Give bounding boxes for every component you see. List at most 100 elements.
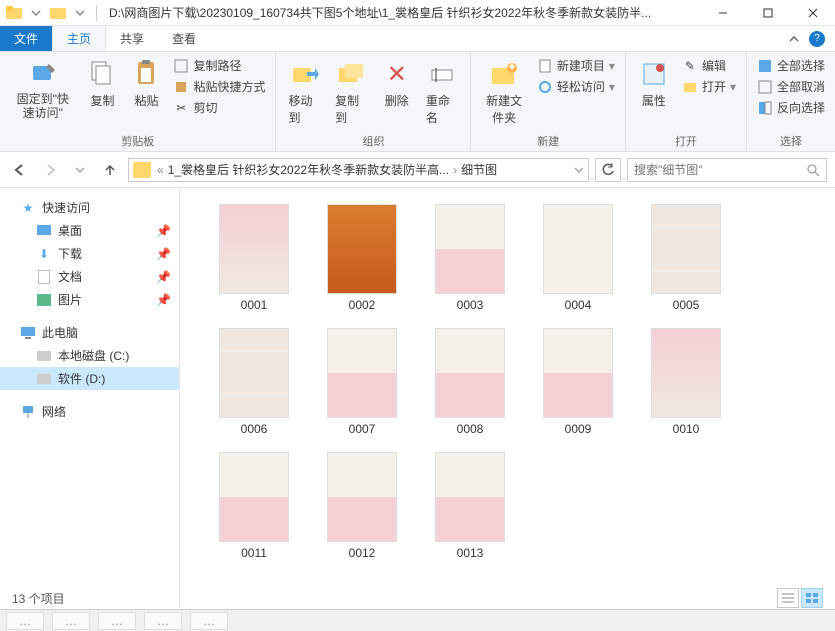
statusbar: 13 个项目 <box>12 587 823 609</box>
newfolder-button[interactable]: ✦ 新建文件夹 <box>479 56 528 128</box>
expand-ribbon-icon[interactable] <box>789 34 799 44</box>
file-item[interactable]: 0002 <box>308 200 416 316</box>
recent-dropdown[interactable] <box>68 158 92 182</box>
file-thumbnail <box>435 328 505 418</box>
file-item[interactable]: 0010 <box>632 324 740 440</box>
close-button[interactable] <box>790 0 835 26</box>
folder-icon <box>133 162 151 178</box>
file-item[interactable]: 0004 <box>524 200 632 316</box>
taskbar-item: … <box>52 612 90 630</box>
crumb-parent[interactable]: 1_裳格皇后 针织衫女2022年秋冬季新款女装防半高... <box>168 161 449 178</box>
file-name: 0006 <box>241 422 268 436</box>
open-button[interactable]: 打开▾ <box>680 77 738 96</box>
file-thumbnail <box>543 328 613 418</box>
file-name: 0011 <box>241 546 267 560</box>
group-new: 新建 <box>479 131 616 151</box>
search-field[interactable] <box>634 163 806 177</box>
delete-button[interactable]: ✕ 删除 <box>378 56 416 111</box>
newitem-button[interactable]: 新建项目▾ <box>535 56 617 75</box>
sidebar-pictures[interactable]: 图片📌 <box>0 288 179 311</box>
pin-button[interactable]: 固定到"快速访问" <box>8 56 77 123</box>
file-name: 0003 <box>457 298 484 312</box>
sidebar-downloads[interactable]: ⬇下载📌 <box>0 242 179 265</box>
properties-button[interactable]: 属性 <box>634 56 674 111</box>
ribbon-tabs: 文件 主页 共享 查看 ? <box>0 26 835 52</box>
file-item[interactable]: 0013 <box>416 448 524 564</box>
file-name: 0013 <box>457 546 484 560</box>
taskbar-item: … <box>190 612 228 630</box>
file-name: 0007 <box>349 422 376 436</box>
sidebar-network[interactable]: 网络 <box>0 400 179 423</box>
file-item[interactable]: 0005 <box>632 200 740 316</box>
tab-view[interactable]: 查看 <box>158 26 210 51</box>
taskbar-item: … <box>98 612 136 630</box>
maximize-button[interactable] <box>745 0 790 26</box>
group-open: 打开 <box>634 131 738 151</box>
sidebar-desktop[interactable]: 桌面📌 <box>0 219 179 242</box>
sidebar: ★快速访问 桌面📌 ⬇下载📌 文档📌 图片📌 此电脑 本地磁盘 (C:) 软件 … <box>0 188 180 608</box>
file-item[interactable]: 0011 <box>200 448 308 564</box>
file-thumbnail <box>543 204 613 294</box>
up-button[interactable] <box>98 158 122 182</box>
view-details-button[interactable] <box>777 588 799 608</box>
file-item[interactable]: 0008 <box>416 324 524 440</box>
file-item[interactable]: 0003 <box>416 200 524 316</box>
file-name: 0010 <box>673 422 700 436</box>
pasteshortcut-button[interactable]: 粘贴快捷方式 <box>171 77 267 96</box>
breadcrumb[interactable]: « 1_裳格皇后 针织衫女2022年秋冬季新款女装防半高... › 细节图 <box>128 158 589 182</box>
down-icon[interactable] <box>26 3 46 23</box>
forward-button[interactable] <box>38 158 62 182</box>
file-thumbnail <box>219 452 289 542</box>
minimize-button[interactable] <box>700 0 745 26</box>
selectnone-button[interactable]: 全部取消 <box>755 77 827 96</box>
copypath-button[interactable]: 复制路径 <box>171 56 267 75</box>
tab-share[interactable]: 共享 <box>106 26 158 51</box>
easyaccess-button[interactable]: 轻松访问▾ <box>535 77 617 96</box>
rename-label: 重命名 <box>426 92 459 126</box>
file-thumbnail <box>327 328 397 418</box>
help-icon[interactable]: ? <box>809 31 825 47</box>
file-thumbnail <box>435 204 505 294</box>
crumb-current[interactable]: 细节图 <box>461 161 497 178</box>
properties-label: 属性 <box>642 92 666 109</box>
sidebar-thispc[interactable]: 此电脑 <box>0 321 179 344</box>
search-input[interactable] <box>627 158 827 182</box>
crumb-dropdown-icon[interactable] <box>574 165 584 175</box>
edit-button[interactable]: ✎编辑 <box>680 56 738 75</box>
file-name: 0001 <box>241 298 268 312</box>
back-button[interactable] <box>8 158 32 182</box>
refresh-button[interactable] <box>595 158 621 182</box>
item-count: 13 个项目 <box>12 590 65 607</box>
folder2-icon <box>48 3 68 23</box>
group-select: 选择 <box>755 131 827 151</box>
file-item[interactable]: 0009 <box>524 324 632 440</box>
titlebar: D:\网商图片下载\20230109_160734共下图5个地址\1_裳格皇后 … <box>0 0 835 26</box>
sidebar-drive-d[interactable]: 软件 (D:) <box>0 367 179 390</box>
tab-home[interactable]: 主页 <box>52 26 106 51</box>
moveto-button[interactable]: 移动到 <box>284 56 325 128</box>
tab-file[interactable]: 文件 <box>0 26 52 51</box>
taskbar-item: … <box>144 612 182 630</box>
paste-button[interactable]: 粘贴 <box>127 56 165 111</box>
newfolder-label: 新建文件夹 <box>483 92 524 126</box>
down2-icon[interactable] <box>70 3 90 23</box>
file-item[interactable]: 0012 <box>308 448 416 564</box>
address-bar: « 1_裳格皇后 针织衫女2022年秋冬季新款女装防半高... › 细节图 <box>0 152 835 188</box>
file-item[interactable]: 0006 <box>200 324 308 440</box>
file-thumbnail <box>219 204 289 294</box>
copy-button[interactable]: 复制 <box>83 56 121 111</box>
pin-label: 固定到"快速访问" <box>12 92 73 121</box>
file-item[interactable]: 0001 <box>200 200 308 316</box>
sidebar-documents[interactable]: 文档📌 <box>0 265 179 288</box>
search-icon[interactable] <box>806 163 820 177</box>
invertsel-button[interactable]: 反向选择 <box>755 98 827 117</box>
rename-button[interactable]: 重命名 <box>422 56 463 128</box>
selectall-button[interactable]: 全部选择 <box>755 56 827 75</box>
view-icons-button[interactable] <box>801 588 823 608</box>
copyto-button[interactable]: 复制到 <box>331 56 372 128</box>
cut-button[interactable]: ✂剪切 <box>171 98 267 117</box>
file-item[interactable]: 0007 <box>308 324 416 440</box>
sidebar-drive-c[interactable]: 本地磁盘 (C:) <box>0 344 179 367</box>
file-list: 0001 0002 0003 00040005 0006 0007 00080009 0010… <box>180 188 835 608</box>
sidebar-quickaccess[interactable]: ★快速访问 <box>0 196 179 219</box>
